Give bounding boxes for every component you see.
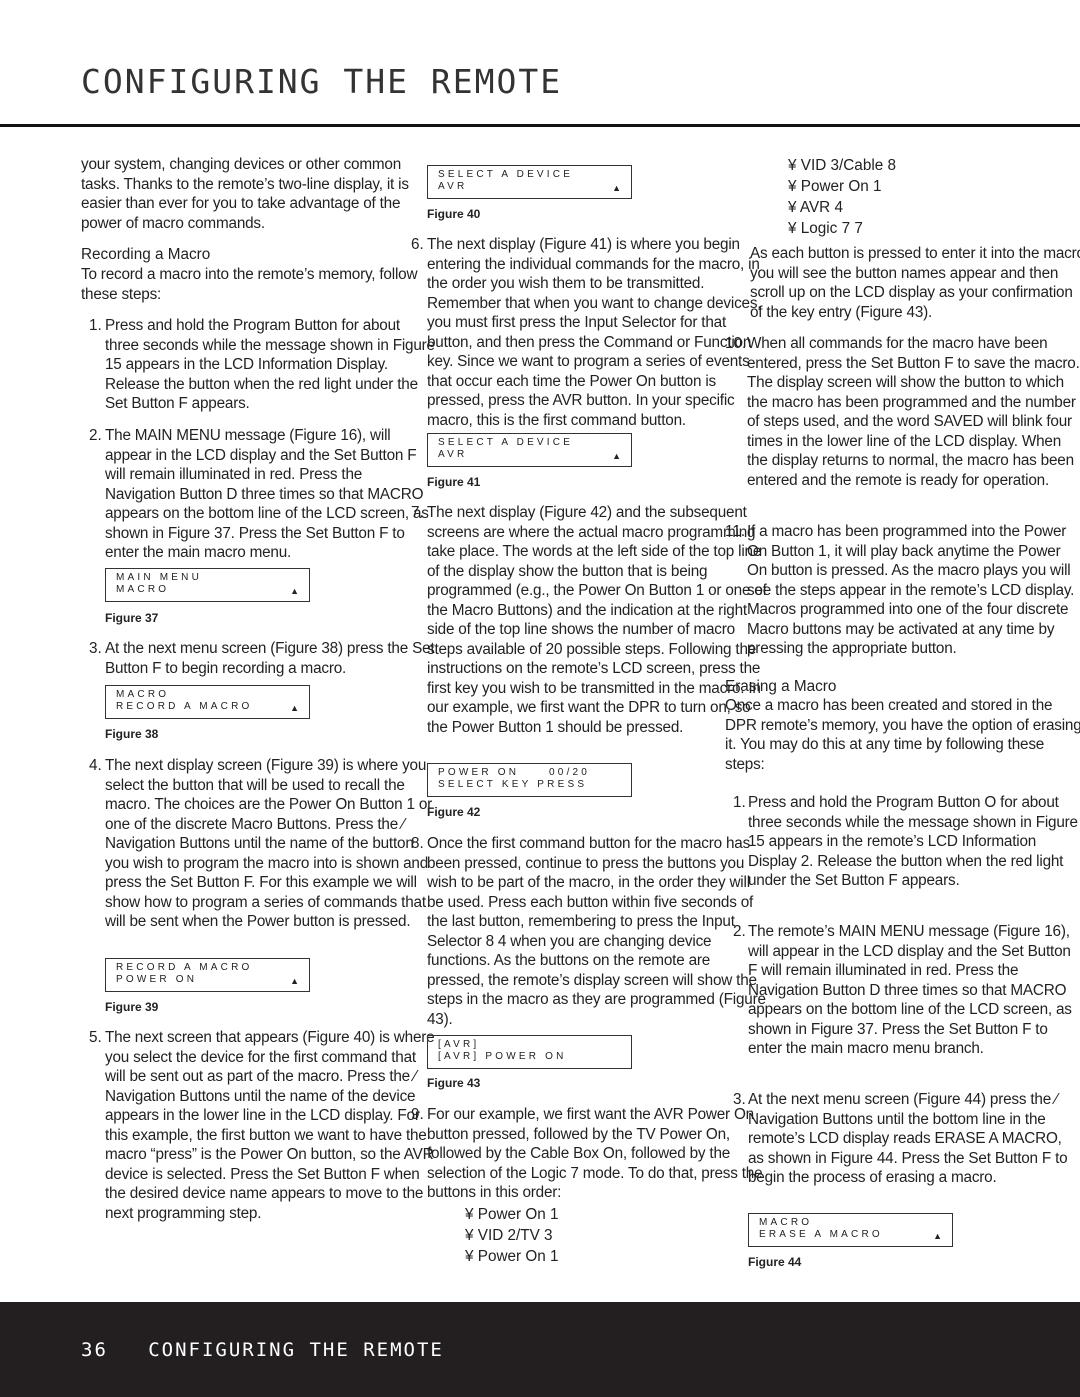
up-arrow-icon: ▲ (290, 586, 299, 596)
step-number: 10. (725, 335, 747, 352)
lcd-figure-39: RECORD A MACRO POWER ON ▲ (105, 958, 310, 992)
header-rule (0, 124, 1080, 127)
page-title: CONFIGURING THE REMOTE (81, 62, 563, 101)
step-text: The next screen that appears (Figure 40)… (105, 1029, 435, 1222)
bullet-item: ¥ Power On 1 (788, 178, 882, 195)
recording-intro: To record a macro into the remote’s memo… (81, 266, 418, 303)
figure-caption: Figure 41 (427, 475, 481, 489)
up-arrow-icon: ▲ (290, 976, 299, 986)
step-number: 2. (89, 427, 102, 444)
step-text: At the next menu screen (Figure 38) pres… (105, 640, 435, 677)
lcd-line-1: SELECT A DEVICE (438, 169, 574, 180)
step-text: The remote’s MAIN MENU message (Figure 1… (748, 923, 1072, 1057)
step-text: When all commands for the macro have bee… (747, 335, 1080, 489)
up-arrow-icon: ▲ (612, 451, 621, 461)
step-text: Once the first command button for the ma… (427, 835, 766, 1028)
lcd-line-2: RECORD A MACRO (116, 701, 253, 712)
step-number: 3. (733, 1091, 746, 1108)
bullet-item: ¥ VID 2/TV 3 (465, 1227, 553, 1244)
lcd-figure-43: [AVR] [AVR] POWER ON (427, 1035, 632, 1069)
figure-caption: Figure 42 (427, 805, 481, 819)
step-text: At the next menu screen (Figure 44) pres… (748, 1091, 1068, 1186)
lcd-figure-44: MACRO ERASE A MACRO ▲ (748, 1213, 953, 1247)
lcd-figure-40: SELECT A DEVICE AVR ▲ (427, 165, 632, 199)
lcd-line-1: MACRO (759, 1217, 813, 1228)
figure-caption: Figure 39 (105, 1000, 159, 1014)
bullet-item: ¥ Power On 1 (465, 1206, 559, 1223)
step-number: 6. (411, 236, 424, 253)
lcd-line-1: SELECT A DEVICE (438, 437, 574, 448)
lcd-line-1: [AVR] (438, 1039, 480, 1050)
lcd-figure-42: POWER ON 00/20 SELECT KEY PRESS (427, 763, 632, 797)
lcd-line-2: MACRO (116, 584, 170, 595)
lcd-line-1: MACRO (116, 689, 170, 700)
step-number: 9. (411, 1106, 424, 1123)
step-number: 3. (89, 640, 102, 657)
lcd-line-1: MAIN MENU (116, 572, 203, 583)
confirmation-paragraph: As each button is pressed to enter it in… (750, 245, 1080, 321)
step-text: The MAIN MENU message (Figure 16), will … (105, 427, 429, 561)
lcd-line-2: AVR (438, 181, 468, 192)
up-arrow-icon: ▲ (290, 703, 299, 713)
up-arrow-icon: ▲ (612, 183, 621, 193)
step-text: The next display (Figure 42) and the sub… (427, 504, 767, 736)
bullet-item: ¥ Logic 7 7 (788, 220, 863, 237)
step-number: 1. (89, 317, 102, 334)
bullet-item: ¥ VID 3/Cable 8 (788, 157, 896, 174)
figure-caption: Figure 37 (105, 611, 159, 625)
bullet-item: ¥ AVR 4 (788, 199, 843, 216)
step-number: 8. (411, 835, 424, 852)
lcd-line-2: [AVR] POWER ON (438, 1051, 567, 1062)
step-number: 2. (733, 923, 746, 940)
lcd-line-2: AVR (438, 449, 468, 460)
step-number: 4. (89, 757, 102, 774)
section-heading-erasing: Erasing a Macro (725, 678, 837, 695)
step-text: If a macro has been programmed into the … (747, 523, 1075, 657)
figure-caption: Figure 38 (105, 727, 159, 741)
step-number: 11. (725, 523, 746, 540)
intro-paragraph: your system, changing devices or other c… (81, 156, 409, 232)
step-number: 5. (89, 1029, 102, 1046)
page-footer: 36 CONFIGURING THE REMOTE (0, 1302, 1080, 1397)
footer-page-label: 36 CONFIGURING THE REMOTE (81, 1339, 444, 1361)
step-number: 1. (733, 794, 746, 811)
step-text: The next display screen (Figure 39) is w… (105, 757, 433, 930)
erasing-intro: Once a macro has been created and stored… (725, 697, 1080, 773)
bullet-item: ¥ Power On 1 (465, 1248, 559, 1265)
lcd-line-2: POWER ON (116, 974, 198, 985)
lcd-line-1: RECORD A MACRO (116, 962, 253, 973)
step-text: Press and hold the Program Button O for … (748, 794, 1078, 889)
step-text: The next display (Figure 41) is where yo… (427, 236, 762, 429)
figure-caption: Figure 44 (748, 1255, 802, 1269)
figure-caption: Figure 43 (427, 1076, 481, 1090)
lcd-line-2: SELECT KEY PRESS (438, 779, 588, 790)
section-heading-recording: Recording a Macro (81, 246, 211, 263)
step-text: For our example, we first want the AVR P… (427, 1106, 763, 1201)
manual-page: CONFIGURING THE REMOTE your system, chan… (0, 0, 1080, 1397)
lcd-line-1: POWER ON 00/20 (438, 767, 591, 778)
lcd-figure-37: MAIN MENU MACRO ▲ (105, 568, 310, 602)
lcd-line-2: ERASE A MACRO (759, 1229, 883, 1240)
step-number: 7. (411, 504, 424, 521)
lcd-figure-38: MACRO RECORD A MACRO ▲ (105, 685, 310, 719)
figure-caption: Figure 40 (427, 207, 481, 221)
step-text: Press and hold the Program Button for ab… (105, 317, 435, 412)
lcd-figure-41: SELECT A DEVICE AVR ▲ (427, 433, 632, 467)
up-arrow-icon: ▲ (933, 1231, 942, 1241)
